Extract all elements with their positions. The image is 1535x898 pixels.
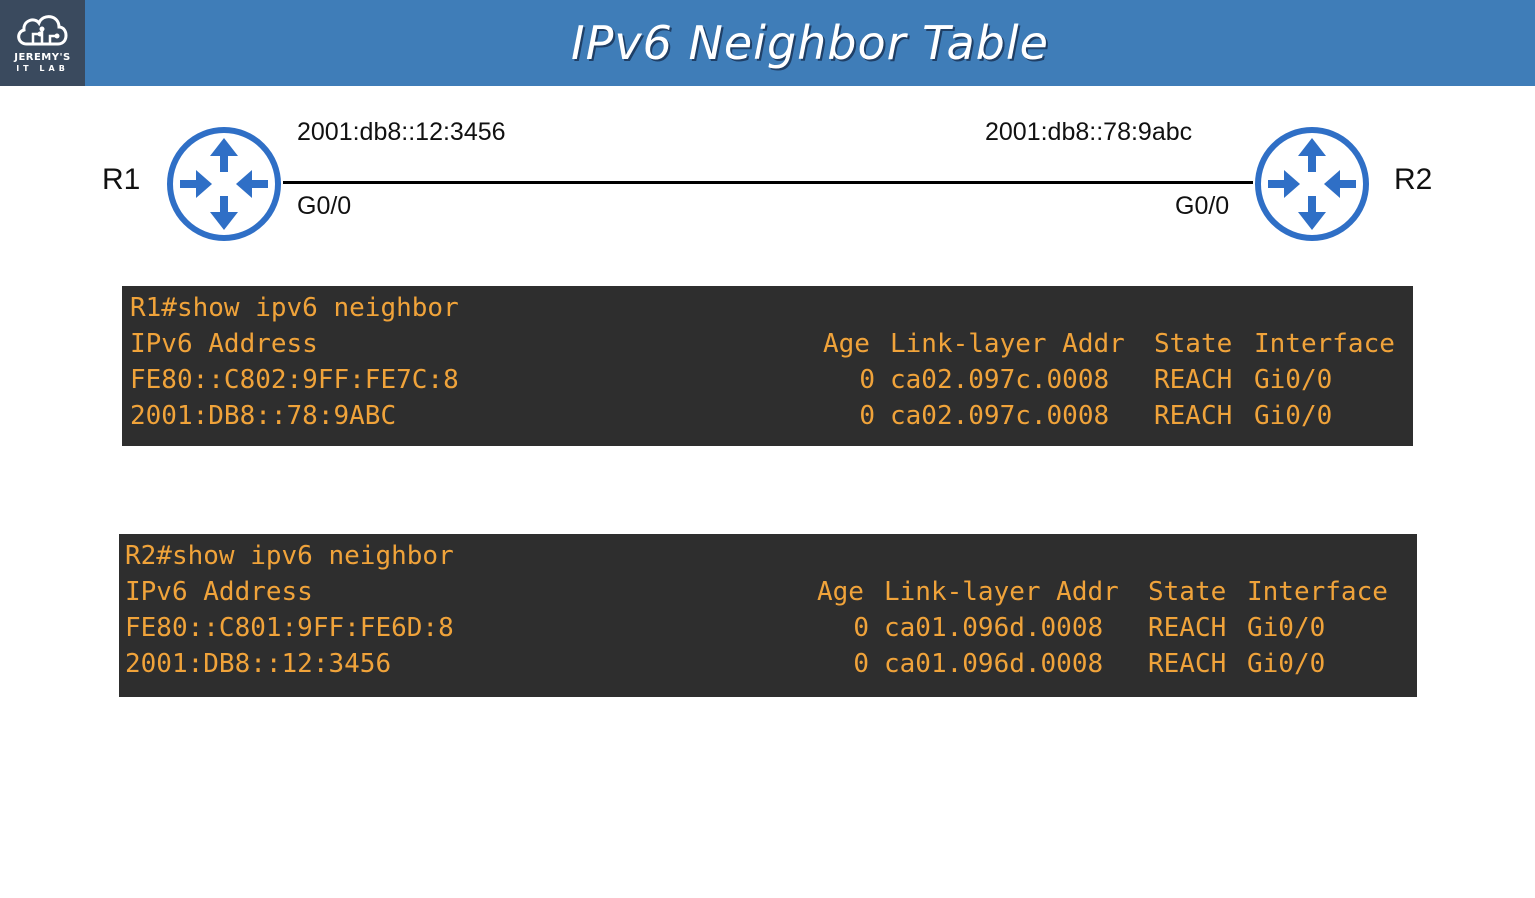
neighbor-link-layer-addr: ca01.096d.0008 (884, 649, 1104, 679)
cli-header-row: IPv6 Address Age Link-layer Addr State I… (125, 574, 1417, 610)
r2-interface: G0/0 (1175, 192, 1230, 220)
cli-command: R1#show ipv6 neighbor (130, 293, 459, 323)
jeremys-it-lab-logo: JEREMY'S IT LAB (0, 0, 85, 86)
neighbor-age: 0 (859, 365, 875, 395)
header-age: Age (823, 329, 870, 359)
link-line (283, 181, 1253, 184)
table-row: 2001:DB8::12:3456 0 ca01.096d.0008 REACH… (125, 646, 1417, 682)
neighbor-link-layer-addr: ca01.096d.0008 (884, 613, 1104, 643)
page-title: IPv6 Neighbor Table (571, 16, 1049, 70)
header-ipv6-address: IPv6 Address (130, 329, 318, 359)
r2-cli-output: R2#show ipv6 neighbor IPv6 Address Age L… (119, 534, 1417, 697)
router-r2-icon (1255, 127, 1369, 241)
cli-command: R2#show ipv6 neighbor (125, 541, 454, 571)
neighbor-address: FE80::C801:9FF:FE6D:8 (125, 613, 454, 643)
header-state: State (1154, 329, 1233, 359)
neighbor-interface: Gi0/0 (1254, 365, 1333, 395)
cli-header-row: IPv6 Address Age Link-layer Addr State I… (130, 326, 1413, 362)
neighbor-interface: Gi0/0 (1247, 613, 1326, 643)
r1-address: 2001:db8::12:3456 (297, 118, 506, 146)
cloud-circuit-icon (17, 15, 68, 46)
r1-interface: G0/0 (297, 192, 352, 220)
header-ipv6-address: IPv6 Address (125, 577, 313, 607)
header-link-layer-addr: Link-layer Addr (884, 577, 1119, 607)
neighbor-interface: Gi0/0 (1247, 649, 1326, 679)
neighbor-age: 0 (853, 649, 869, 679)
neighbor-state: REACH (1148, 613, 1227, 643)
r1-name: R1 (102, 163, 141, 196)
header-link-layer-addr: Link-layer Addr (890, 329, 1125, 359)
header-interface: Interface (1254, 329, 1395, 359)
logo-text-line2: IT LAB (16, 64, 69, 73)
table-row: FE80::C801:9FF:FE6D:8 0 ca01.096d.0008 R… (125, 610, 1417, 646)
neighbor-address: 2001:DB8::12:3456 (125, 649, 392, 679)
header-state: State (1148, 577, 1227, 607)
neighbor-link-layer-addr: ca02.097c.0008 (890, 401, 1110, 431)
r2-name: R2 (1394, 163, 1433, 196)
neighbor-link-layer-addr: ca02.097c.0008 (890, 365, 1110, 395)
neighbor-interface: Gi0/0 (1254, 401, 1333, 431)
table-row: FE80::C802:9FF:FE7C:8 0 ca02.097c.0008 R… (130, 362, 1413, 398)
r2-address: 2001:db8::78:9abc (985, 118, 1193, 146)
router-r1-icon (167, 127, 281, 241)
r1-cli-output: R1#show ipv6 neighbor IPv6 Address Age L… (122, 286, 1413, 446)
header-interface: Interface (1247, 577, 1388, 607)
neighbor-state: REACH (1154, 365, 1233, 395)
header-age: Age (817, 577, 864, 607)
neighbor-state: REACH (1154, 401, 1233, 431)
neighbor-address: FE80::C802:9FF:FE7C:8 (130, 365, 459, 395)
title-bar: JEREMY'S IT LAB IPv6 Neighbor Table (0, 0, 1535, 86)
neighbor-address: 2001:DB8::78:9ABC (130, 401, 397, 431)
neighbor-state: REACH (1148, 649, 1227, 679)
logo-text-line1: JEREMY'S (14, 52, 71, 63)
neighbor-age: 0 (853, 613, 869, 643)
neighbor-age: 0 (859, 401, 875, 431)
table-row: 2001:DB8::78:9ABC 0 ca02.097c.0008 REACH… (130, 398, 1413, 434)
